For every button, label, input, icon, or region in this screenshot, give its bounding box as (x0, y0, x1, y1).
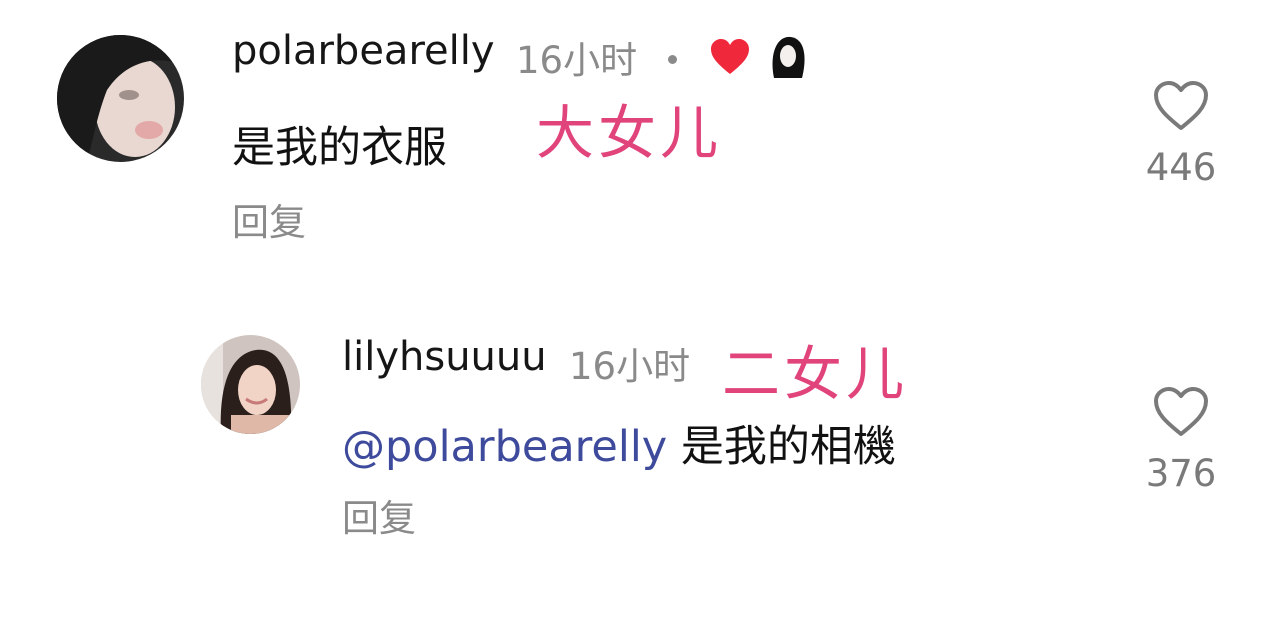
reply-button[interactable]: 回复 (232, 192, 306, 246)
heart-outline-icon[interactable] (1126, 386, 1236, 438)
reply-item: lilyhsuuuu 16小时 二女儿 @polarbearelly 是我的相機… (0, 300, 1280, 560)
like-button[interactable]: 446 (1126, 80, 1236, 189)
heart-outline-icon[interactable] (1126, 80, 1236, 132)
comment-annotation: 大女儿 (536, 99, 723, 167)
like-count: 446 (1145, 146, 1217, 189)
comment-time: 16小时 (516, 39, 638, 82)
reply-button[interactable]: 回复 (342, 488, 416, 542)
like-count: 376 (1145, 452, 1217, 495)
comment-annotation: 二女儿 (722, 340, 909, 408)
creator-avatar (768, 34, 808, 78)
avatar[interactable] (57, 35, 184, 162)
comment-text-content: 是我的相機 (680, 422, 896, 472)
comment-time: 16小时 (569, 345, 691, 388)
comment-text: @polarbearelly 是我的相機 (342, 412, 896, 474)
comment-username[interactable]: polarbearelly (232, 28, 495, 74)
like-button[interactable]: 376 (1126, 386, 1236, 495)
comment-username[interactable]: lilyhsuuuu (342, 334, 547, 380)
separator-dot (668, 55, 677, 64)
comment-text: 是我的衣服 (232, 123, 447, 173)
comment-item: polarbearelly 16小时 是我的衣服 大女儿 回复 446 (0, 0, 1280, 270)
mention-link[interactable]: @polarbearelly (342, 422, 667, 472)
creator-heart-icon (709, 38, 751, 80)
avatar[interactable] (201, 335, 300, 434)
